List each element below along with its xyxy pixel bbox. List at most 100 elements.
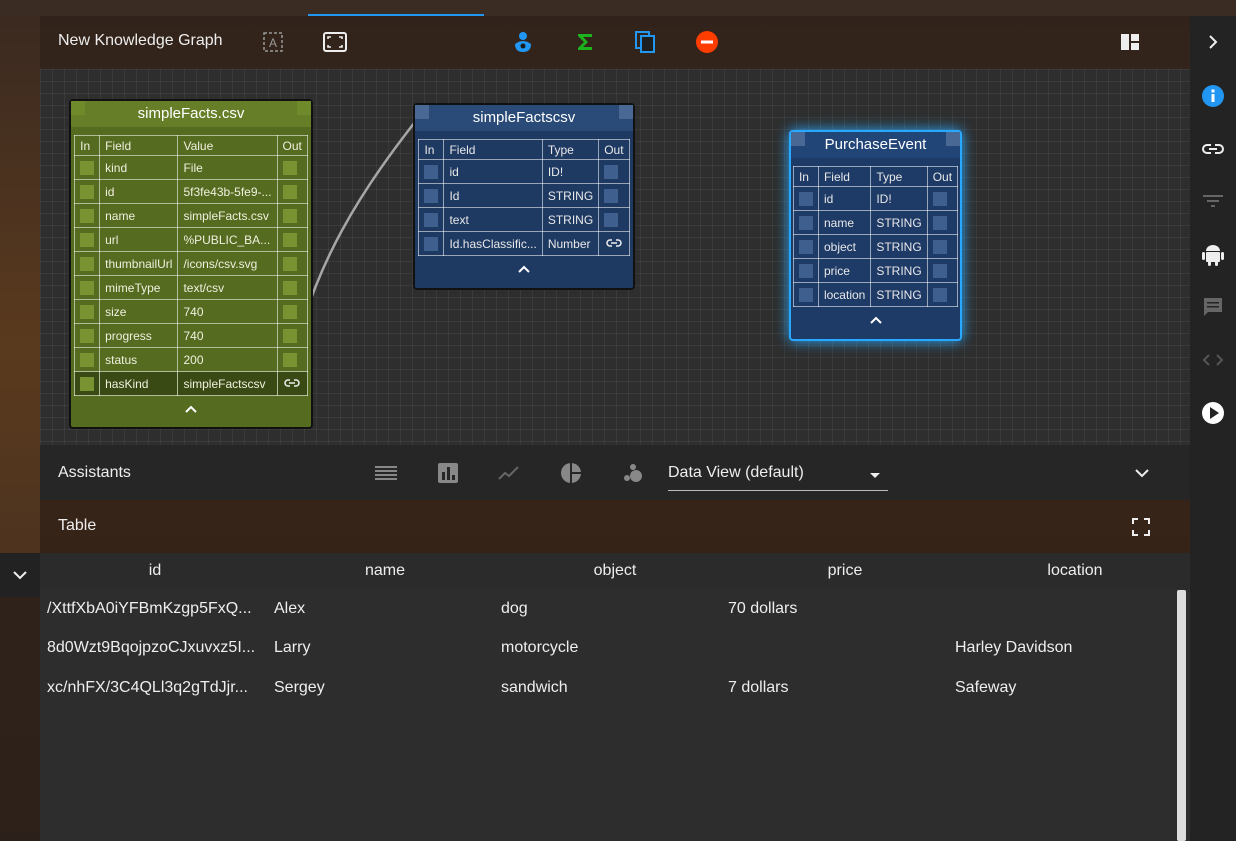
- fullscreen-icon[interactable]: [1132, 518, 1150, 541]
- in-port[interactable]: [80, 232, 95, 247]
- table-cell: 7 dollars: [728, 678, 789, 696]
- in-port[interactable]: [80, 256, 95, 271]
- out-port[interactable]: [282, 256, 297, 271]
- out-port[interactable]: [282, 208, 297, 223]
- bar-chart-icon[interactable]: [437, 462, 459, 484]
- out-port[interactable]: [282, 232, 297, 247]
- node-header[interactable]: PurchaseEvent: [791, 132, 960, 158]
- out-port[interactable]: [282, 280, 297, 295]
- data-view-select[interactable]: Data View (default): [668, 459, 888, 491]
- filter-icon[interactable]: [1200, 188, 1226, 214]
- copy-icon[interactable]: [632, 29, 658, 55]
- spa-icon[interactable]: [510, 29, 536, 55]
- in-port[interactable]: [424, 188, 439, 203]
- node-corner-left[interactable]: [791, 132, 805, 146]
- col-field: Field: [443, 139, 543, 160]
- table-cell: sandwich: [501, 678, 568, 696]
- in-port[interactable]: [424, 212, 439, 227]
- in-port[interactable]: [80, 376, 95, 391]
- out-port[interactable]: [282, 304, 297, 319]
- node-fields-table: In Field Type Out id ID! name STRING objec…: [792, 166, 959, 307]
- out-port[interactable]: [604, 164, 619, 179]
- node-header[interactable]: simpleFactscsv: [415, 105, 633, 131]
- code-icon[interactable]: [1200, 347, 1226, 373]
- chevron-right-icon[interactable]: [1200, 29, 1226, 55]
- line-chart-icon[interactable]: [498, 462, 520, 484]
- table-scrollbar[interactable]: [1177, 590, 1186, 841]
- table-cell: 70 dollars: [728, 599, 798, 617]
- sigma-icon[interactable]: [572, 29, 598, 55]
- column-header[interactable]: object: [500, 562, 730, 580]
- link-icon[interactable]: [1200, 136, 1226, 162]
- node-purchase-event[interactable]: PurchaseEvent In Field Type Out id ID! na…: [789, 130, 962, 341]
- col-out: Out: [926, 166, 959, 187]
- out-port[interactable]: [282, 352, 297, 367]
- column-header[interactable]: name: [270, 562, 500, 580]
- in-port[interactable]: [80, 160, 95, 175]
- in-port[interactable]: [424, 236, 439, 251]
- play-icon[interactable]: [1200, 400, 1226, 426]
- fit-screen-icon[interactable]: [322, 29, 348, 55]
- info-icon[interactable]: [1200, 83, 1226, 109]
- node-corner-right[interactable]: [946, 132, 960, 146]
- table-cell: Sergey: [274, 678, 325, 696]
- window-top-strip: [0, 0, 1236, 16]
- in-port[interactable]: [80, 328, 95, 343]
- in-port[interactable]: [798, 263, 813, 278]
- column-header[interactable]: location: [960, 562, 1190, 580]
- node-corner-left[interactable]: [71, 101, 85, 115]
- pie-chart-icon[interactable]: [560, 462, 582, 484]
- comment-icon[interactable]: [1200, 294, 1226, 320]
- collapse-left-button[interactable]: [0, 553, 40, 597]
- node-corner-left[interactable]: [415, 105, 429, 119]
- link-icon[interactable]: [284, 378, 300, 388]
- out-port[interactable]: [282, 328, 297, 343]
- table-row[interactable]: xc/nhFX/3C4QLl3q2gTdJjr... Sergey sandwi…: [40, 668, 1190, 708]
- in-port[interactable]: [80, 280, 95, 295]
- out-port[interactable]: [932, 215, 947, 230]
- collapse-assistants-button[interactable]: [1131, 462, 1153, 484]
- node-header[interactable]: simpleFacts.csv: [71, 101, 311, 127]
- field-value: simpleFacts.csv: [177, 203, 278, 228]
- remove-icon[interactable]: [694, 29, 720, 55]
- collapse-node-button[interactable]: [71, 396, 311, 424]
- in-port[interactable]: [80, 208, 95, 223]
- out-port[interactable]: [932, 239, 947, 254]
- in-port[interactable]: [424, 164, 439, 179]
- out-port[interactable]: [932, 191, 947, 206]
- in-port[interactable]: [798, 239, 813, 254]
- table-row[interactable]: 8d0Wzt9BqojpzoCJxuvxz5I... Larry motorcy…: [40, 629, 1190, 669]
- field-type: Number: [541, 231, 600, 256]
- out-port[interactable]: [282, 160, 297, 175]
- collapse-node-button[interactable]: [415, 256, 633, 284]
- text-select-icon[interactable]: A: [260, 29, 286, 55]
- link-icon[interactable]: [606, 238, 622, 248]
- field-name: text: [443, 207, 543, 232]
- out-port[interactable]: [932, 263, 947, 278]
- bubble-chart-icon[interactable]: [622, 462, 644, 484]
- out-port[interactable]: [282, 184, 297, 199]
- field-row: hasKind simpleFactscsv: [74, 371, 308, 396]
- node-corner-right[interactable]: [297, 101, 311, 115]
- in-port[interactable]: [80, 184, 95, 199]
- node-simplefacts-csv[interactable]: simpleFacts.csv In Field Value Out kind F…: [69, 99, 313, 429]
- in-port[interactable]: [798, 215, 813, 230]
- out-port[interactable]: [604, 188, 619, 203]
- table-cell: motorcycle: [501, 639, 579, 657]
- column-header[interactable]: id: [40, 562, 270, 580]
- out-port[interactable]: [932, 287, 947, 302]
- dashboard-icon[interactable]: [1117, 29, 1143, 55]
- in-port[interactable]: [80, 304, 95, 319]
- node-corner-right[interactable]: [619, 105, 633, 119]
- list-view-icon[interactable]: [375, 462, 397, 484]
- in-port[interactable]: [798, 191, 813, 206]
- android-icon[interactable]: [1200, 241, 1226, 267]
- out-port[interactable]: [604, 212, 619, 227]
- in-port[interactable]: [798, 287, 813, 302]
- table-row[interactable]: /XttfXbA0iYFBmKzgp5FxQ... Alex dog 70 do…: [40, 589, 1190, 629]
- in-port[interactable]: [80, 352, 95, 367]
- node-simplefactscsv[interactable]: simpleFactscsv In Field Type Out id ID! I…: [413, 103, 635, 290]
- collapse-node-button[interactable]: [791, 307, 960, 335]
- field-type: STRING: [870, 234, 928, 259]
- column-header[interactable]: price: [730, 562, 960, 580]
